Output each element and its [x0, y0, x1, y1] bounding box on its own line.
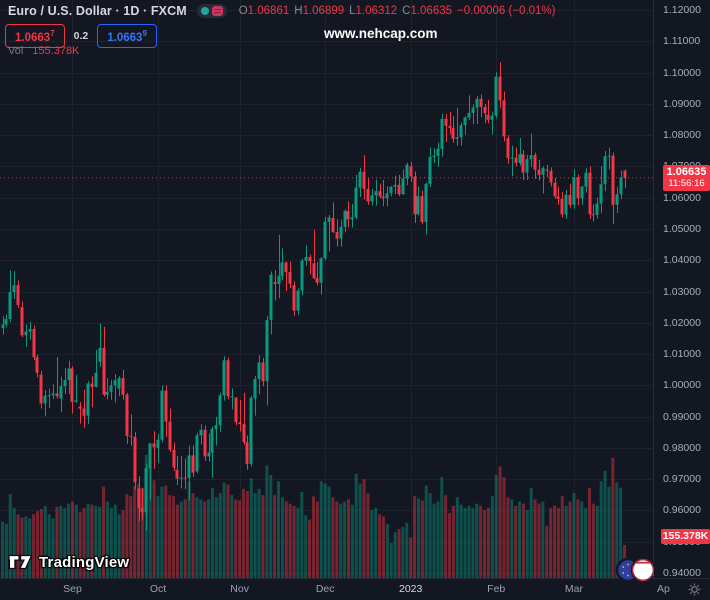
tradingview-logo-text: TradingView [39, 553, 130, 571]
time-tick-label: Ap [656, 583, 670, 595]
bid-price: 1.0663 [15, 31, 51, 44]
price-tick-label: 1.03000 [663, 285, 701, 298]
ask-price-badge[interactable]: 1.06639 [97, 24, 157, 48]
eurusd-pair-flags-icon [612, 556, 658, 589]
price-tick-label: 1.00000 [663, 379, 701, 392]
low-value: 1.06312 [355, 5, 398, 17]
price-tick-label: 0.98000 [663, 441, 701, 454]
price-tick-label: 0.97000 [663, 473, 701, 486]
time-tick-label: Feb [487, 583, 506, 595]
price-tick-label: 1.06000 [663, 191, 701, 204]
time-axis[interactable]: Sep Oct Nov Dec 2023 Feb Mar Ap [0, 578, 710, 600]
open-value: 1.06861 [247, 5, 290, 17]
price-tick-label: 1.11000 [663, 35, 701, 48]
price-tick-label: 1.02000 [663, 316, 701, 329]
price-tick-label: 1.10000 [663, 66, 701, 79]
ask-price: 1.0663 [107, 31, 143, 44]
spread-value: 0.2 [73, 29, 89, 42]
volume-value: 155.378K [32, 45, 80, 57]
bar-countdown: 11:56:16 [668, 177, 705, 189]
close-value: 1.06635 [410, 5, 453, 17]
toggle-menu-icon [211, 6, 223, 16]
time-tick-label: 2023 [399, 583, 423, 595]
time-tick-label: Oct [149, 583, 167, 595]
tradingview-logo-icon [8, 554, 33, 570]
tradingview-chart-window: www.nehcap.com Euro / U.S. Dollar · 1D ·… [0, 0, 710, 600]
time-tick-label: Sep [63, 583, 82, 595]
symbol-marker-toggle[interactable] [196, 4, 227, 18]
watermark-text: www.nehcap.com [324, 26, 438, 41]
chart-pane[interactable]: www.nehcap.com Euro / U.S. Dollar · 1D ·… [0, 0, 656, 583]
price-axis[interactable]: 0.940000.950000.960000.970000.980000.990… [653, 0, 710, 579]
price-tick-label: 1.12000 [663, 4, 701, 16]
price-tick-label: 0.99000 [663, 410, 701, 423]
ask-price-sup: 9 [142, 29, 147, 38]
symbol-title[interactable]: Euro / U.S. Dollar · 1D · FXCM [8, 4, 187, 18]
settings-gear-icon[interactable] [688, 583, 701, 600]
time-tick-label: Mar [564, 583, 583, 595]
low-label: L [349, 5, 356, 17]
price-tick-label: 1.09000 [663, 97, 701, 110]
tradingview-logo[interactable]: TradingView [8, 552, 129, 572]
bid-price-sup: 7 [50, 29, 55, 38]
change-value: −0.00006 (−0.01%) [457, 5, 556, 17]
toggle-dot-icon [200, 7, 209, 15]
price-tick-label: 1.08000 [663, 129, 701, 142]
time-tick-label: Dec [315, 583, 335, 595]
price-tick-label: 1.01000 [663, 348, 701, 361]
price-tick-label: 0.96000 [663, 504, 701, 517]
candlestick-chart-canvas[interactable] [0, 0, 653, 578]
last-price-badge: 1.06635 11:56:16 [663, 164, 710, 191]
last-price-value: 1.06635 [666, 165, 707, 178]
price-tick-label: 1.04000 [663, 254, 701, 267]
time-tick-label: Nov [230, 583, 249, 595]
price-tick-label: 1.05000 [663, 222, 701, 235]
high-value: 1.06899 [302, 5, 345, 17]
ohlc-readout: O1.06861 H1.06899 L1.06312 C1.06635 −0.00006… [239, 5, 556, 17]
volume-axis-badge: 155.378K [661, 528, 710, 544]
volume-readout: Vol 155.378K [8, 45, 79, 57]
high-label: H [294, 5, 303, 17]
volume-label: Vol [8, 45, 24, 57]
open-label: O [238, 5, 248, 17]
